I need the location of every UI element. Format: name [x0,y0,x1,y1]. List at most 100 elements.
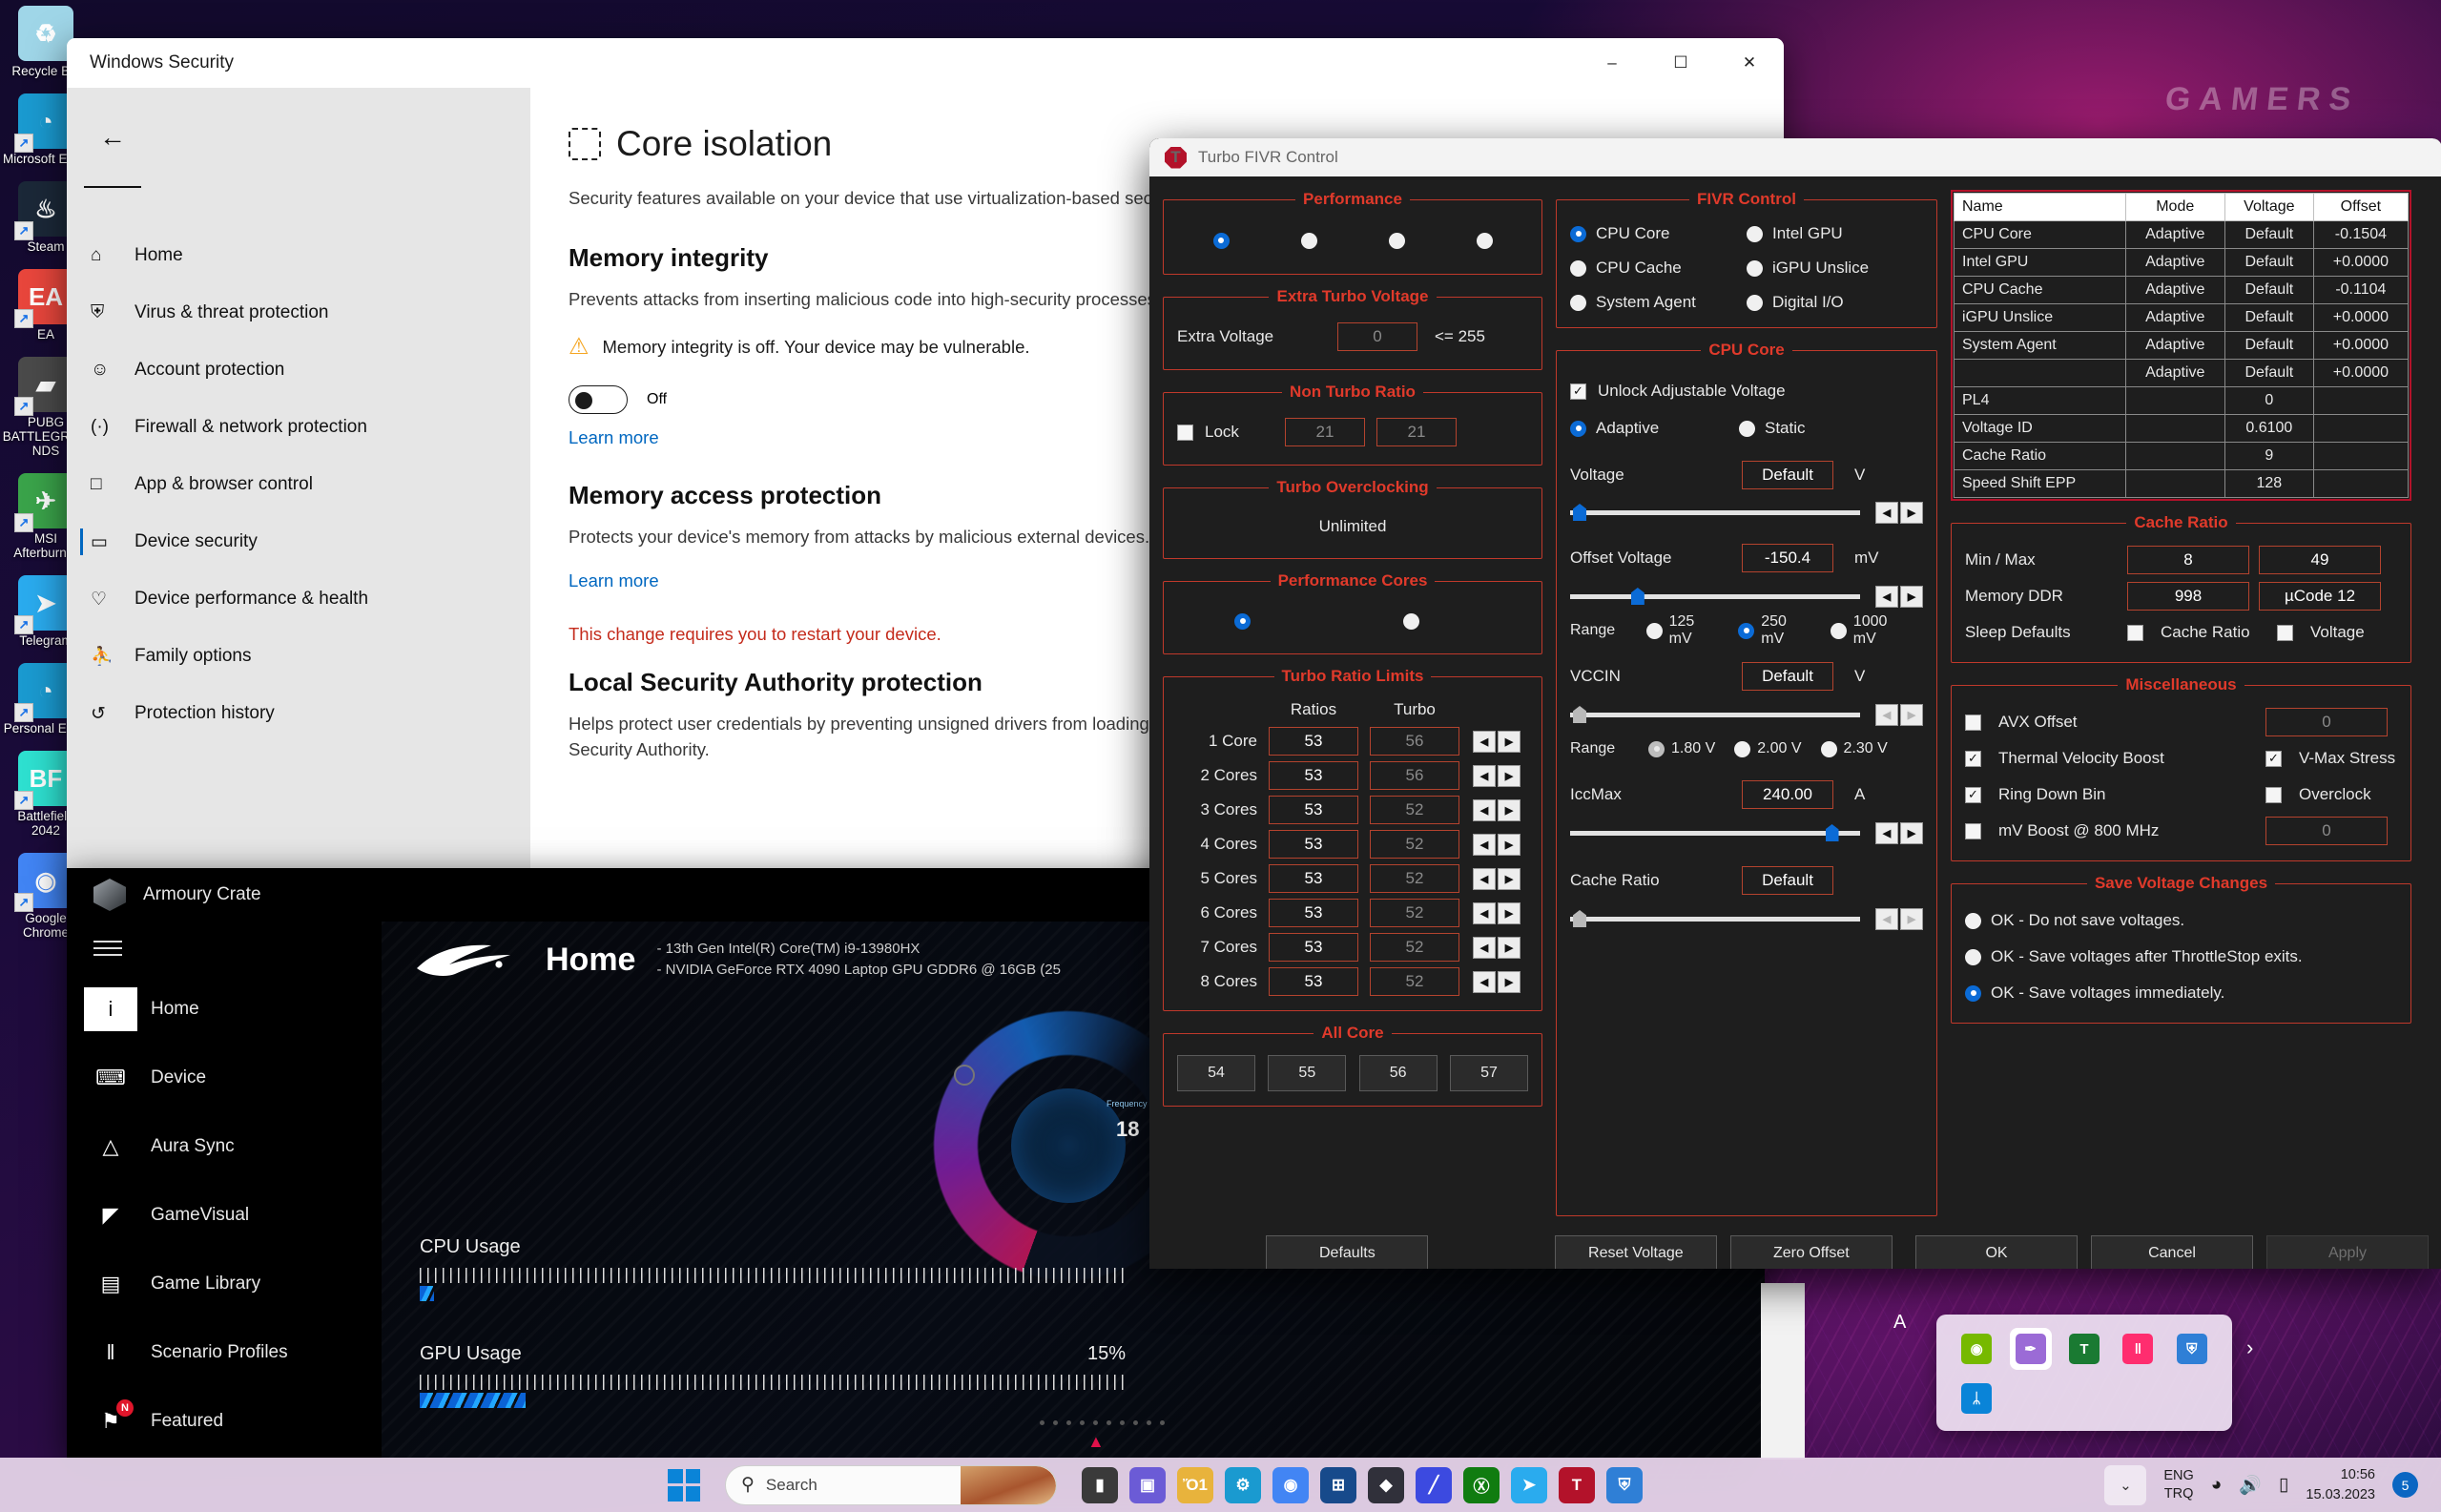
vccin-slider[interactable] [1570,706,1860,723]
armoury-item-game-library[interactable]: ▤ Game Library [67,1250,382,1318]
table-row[interactable]: Adaptive Default +0.0000 [1954,359,2410,387]
taskbar-task-view-icon[interactable]: ▮ [1082,1466,1118,1503]
armoury-item-featured[interactable]: ⚑ N Featured [67,1387,382,1456]
all-core-button-57[interactable]: 57 [1449,1055,1528,1091]
all-core-button-55[interactable]: 55 [1268,1055,1347,1091]
all-core-button-56[interactable]: 56 [1358,1055,1438,1091]
ratio-stepper[interactable]: ◀ ▶ [1473,833,1520,856]
offset-range-1000-mv[interactable]: 1000 mV [1830,613,1912,648]
battery-icon[interactable]: ▯ [2279,1474,2288,1496]
performance-radio-2[interactable] [1300,232,1317,249]
armoury-item-scenario-profiles[interactable]: ‖ Scenario Profiles [67,1318,382,1387]
reset-voltage-button[interactable]: Reset Voltage [1554,1235,1717,1269]
sidebar-item-app-browser-control[interactable]: □ App & browser control [67,456,530,513]
performance-radio-1[interactable] [1212,232,1230,249]
offset-voltage-stepper[interactable]: ◀ ▶ [1875,585,1923,608]
performance-cores-radio-2[interactable] [1403,612,1419,630]
armoury-item-gamevisual[interactable]: ◤ GameVisual [67,1181,382,1250]
fivr-option-igpu-unslice[interactable]: iGPU Unslice [1747,259,1923,278]
voltage-slider[interactable] [1570,504,1860,521]
ratio-input[interactable]: 53 [1269,727,1358,756]
tray-chevron-button[interactable]: ⌄ [2104,1464,2147,1505]
table-row[interactable]: CPU Core Adaptive Default -0.1504 [1954,220,2410,249]
save-voltage-option-2[interactable]: OK - Save voltages after ThrottleStop ex… [1965,939,2397,975]
offset-voltage-slider[interactable] [1570,588,1860,605]
sidebar-item-firewall-network-protection[interactable]: (·) Firewall & network protection [67,399,530,456]
mv-boost-value[interactable]: 0 [2265,817,2388,845]
taskbar-google-chrome-icon[interactable]: ◉ [1272,1466,1309,1503]
maximize-button[interactable]: ☐ [1646,38,1715,88]
table-row[interactable]: Speed Shift EPP 128 [1954,469,2410,498]
non-turbo-ratio-value1[interactable]: 21 [1285,418,1365,446]
non-turbo-ratio-value2[interactable]: 21 [1376,418,1457,446]
avx-offset-checkbox[interactable] [1965,714,1981,731]
ratio-stepper[interactable]: ◀ ▶ [1473,867,1520,890]
ratio-stepper[interactable]: ◀ ▶ [1473,764,1520,787]
taskbar-file-explorer-icon[interactable]: Ὄ1 [1177,1466,1213,1503]
table-row[interactable]: CPU Cache Adaptive Default -0.1104 [1954,276,2410,304]
adaptive-radio[interactable] [1570,420,1586,437]
taskbar-throttlestop-icon[interactable]: T [1559,1466,1595,1503]
vmax-stress-checkbox[interactable]: ✓ [2265,750,2282,767]
offset-range-250-mv[interactable]: 250 mV [1738,613,1811,648]
iccmax-value[interactable]: 240.00 [1742,780,1833,809]
armoury-item-device[interactable]: ⌨ Device [67,1044,382,1112]
memory-integrity-learn-more-link[interactable]: Learn more [569,427,659,448]
ratio-input[interactable]: 53 [1269,864,1358,893]
mv-boost-checkbox[interactable] [1965,822,1981,839]
fivr-option-digital-i-o[interactable]: Digital I/O [1747,293,1923,312]
start-button[interactable] [668,1468,700,1502]
armoury-item-home[interactable]: i Home [67,975,382,1044]
static-radio[interactable] [1739,420,1755,437]
tray-windows-security-warning-icon[interactable]: ⛨ [2176,1334,2207,1364]
all-core-button-54[interactable]: 54 [1177,1055,1255,1091]
save-voltage-option-3[interactable]: OK - Save voltages immediately. [1965,975,2397,1011]
sidebar-item-family-options[interactable]: ⛹ Family options [67,628,530,685]
ratio-stepper[interactable]: ◀ ▶ [1473,730,1520,753]
table-row[interactable]: iGPU Unslice Adaptive Default +0.0000 [1954,303,2410,332]
voltage-stepper[interactable]: ◀ ▶ [1875,501,1923,524]
vccin-range-2-00-v[interactable]: 2.00 V [1734,740,1802,757]
expand-chevron-icon[interactable]: ▲ [1087,1432,1105,1452]
voltage-value[interactable]: Default [1742,461,1833,489]
offset-range-125-mv[interactable]: 125 mV [1645,613,1720,648]
taskbar-obsidian-icon[interactable]: ◆ [1368,1466,1404,1503]
taskbar-microsoft-store-icon[interactable]: ⊞ [1320,1466,1356,1503]
defaults-button[interactable]: Defaults [1266,1235,1429,1269]
fivr-option-cpu-cache[interactable]: CPU Cache [1570,259,1747,278]
sidebar-item-protection-history[interactable]: ↺ Protection history [67,685,530,742]
armoury-item-aura-sync[interactable]: △ Aura Sync [67,1112,382,1181]
notification-badge[interactable]: 5 [2392,1472,2418,1498]
taskbar-settings-icon[interactable]: ⚙ [1225,1466,1261,1503]
taskbar-widgets-icon[interactable]: ▣ [1129,1466,1166,1503]
sleep-cache-ratio-checkbox[interactable] [2127,624,2143,641]
ratio-stepper[interactable]: ◀ ▶ [1473,798,1520,821]
sidebar-item-account-protection[interactable]: ☺ Account protection [67,342,530,399]
volume-icon[interactable]: 🔊 [2239,1474,2262,1497]
cache-ratio-stepper[interactable]: ◀ ▶ [1875,907,1923,930]
cache-max-input[interactable]: 49 [2259,546,2381,574]
tray-throttlestop-tray-icon[interactable]: T [2068,1334,2100,1364]
taskbar-windows-security-icon[interactable]: ⛨ [1606,1466,1643,1503]
taskbar-xbox-icon[interactable]: Ⓧ [1463,1466,1500,1503]
ratio-input[interactable]: 53 [1269,761,1358,790]
ring-down-bin-checkbox[interactable]: ✓ [1965,786,1981,803]
vccin-range-2-30-v[interactable]: 2.30 V [1820,740,1888,757]
tray-feather-editor-icon[interactable]: ✒ [2009,1328,2052,1370]
minimize-button[interactable]: – [1578,38,1646,88]
performance-radio-4[interactable] [1476,232,1493,249]
table-row[interactable]: Intel GPU Adaptive Default +0.0000 [1954,248,2410,277]
armoury-hamburger-icon[interactable] [93,941,382,956]
table-row[interactable]: Voltage ID 0.6100 [1954,414,2410,443]
cancel-button[interactable]: Cancel [2091,1235,2253,1269]
close-button[interactable]: ✕ [1715,38,1784,88]
sidebar-item-home[interactable]: ⌂ Home [67,227,530,284]
memory-ddr-value[interactable]: 998 [2127,582,2249,611]
table-row[interactable]: Cache Ratio 9 [1954,442,2410,470]
zero-offset-button[interactable]: Zero Offset [1729,1235,1893,1269]
fivr-option-intel-gpu[interactable]: Intel GPU [1747,224,1923,243]
ratio-input[interactable]: 53 [1269,830,1358,859]
performance-radio-3[interactable] [1388,232,1405,249]
overclock-checkbox[interactable] [2265,786,2282,803]
unlock-adjustable-voltage-checkbox[interactable]: ✓ [1570,383,1586,400]
